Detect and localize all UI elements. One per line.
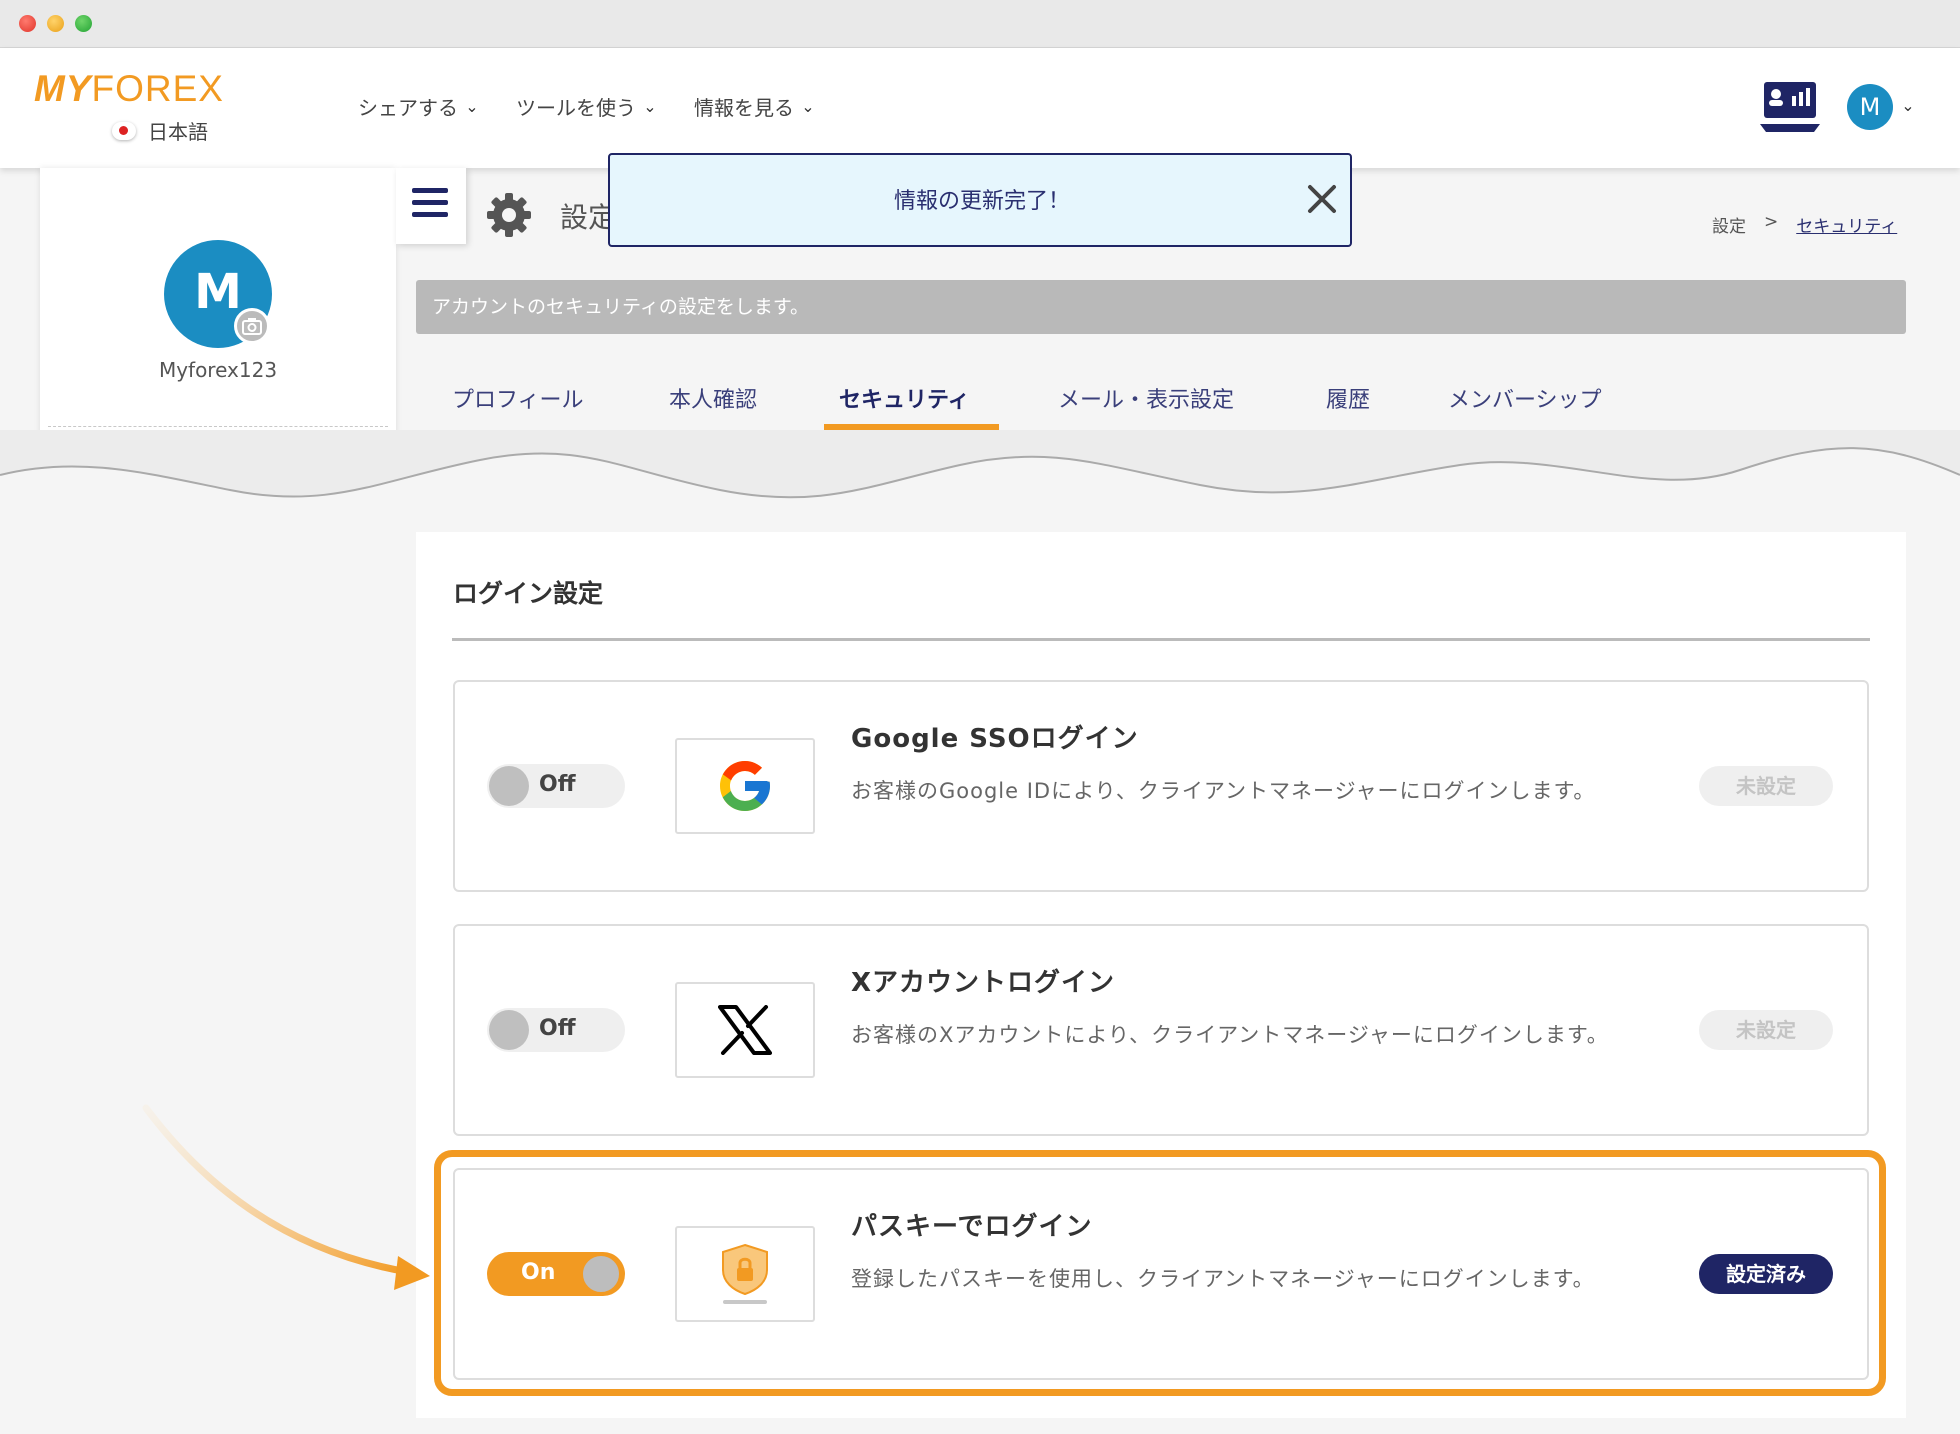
toggle-knob [489,766,529,806]
item-description: お客様のXアカウントにより、クライアントマネージャーにログインします。 [851,1023,1609,1047]
site-header: MYFOREX 日本語 シェアする ⌄ ツールを使う ⌄ 情報を見る ⌄ M ⌄ [0,48,1960,168]
google-icon [675,738,815,834]
chevron-down-icon[interactable]: ⌄ [1898,96,1918,116]
close-icon[interactable] [1304,181,1340,217]
language-selector[interactable]: 日本語 [112,116,208,145]
hamburger-menu-button[interactable] [396,168,466,244]
toast-message: 情報の更新完了！ [893,189,1070,214]
sidebar-divider [48,426,388,427]
page-description-bar: アカウントのセキュリティの設定をします。 [416,280,1906,334]
toggle-knob [489,1010,529,1050]
login-item-google: Off Google SSOログイン お客様のGoogle IDにより、クライア… [453,680,1869,892]
x-login-toggle[interactable]: Off [487,1008,625,1052]
success-toast: 情報の更新完了！ [608,153,1352,247]
section-title: ログイン設定 [453,579,604,608]
toggle-label: Off [539,772,576,797]
hamburger-icon-line [412,200,448,205]
maximize-window-button[interactable] [75,15,92,32]
tab-history[interactable]: 履歴 [1326,382,1370,414]
item-title: Xアカウントログイン [851,968,1116,998]
toggle-label: Off [539,1016,576,1041]
chevron-down-icon: ⌄ [465,96,479,116]
user-avatar[interactable]: M [1847,84,1893,130]
tab-security[interactable]: セキュリティ [839,382,970,414]
chevron-down-icon: ⌄ [643,96,657,116]
tab-profile[interactable]: プロフィール [452,382,584,414]
nav-tools[interactable]: ツールを使う ⌄ [516,92,660,121]
section-divider [452,638,1870,641]
item-title: Google SSOログイン [851,724,1139,754]
tab-membership[interactable]: メンバーシップ [1448,382,1602,414]
status-badge: 未設定 [1699,1010,1833,1050]
language-label: 日本語 [148,120,208,144]
profile-sidebar: M Myforex123 [40,168,396,468]
hamburger-icon [412,188,448,193]
chevron-down-icon: ⌄ [801,96,815,116]
myforex-logo[interactable]: MYFOREX [34,68,224,110]
breadcrumb-current[interactable]: セキュリティ [1796,212,1897,237]
minimize-window-button[interactable] [47,15,64,32]
hamburger-icon-line [412,212,448,217]
breadcrumb: 設定 > セキュリティ [1712,212,1897,237]
trading-terminal-icon[interactable] [1758,80,1822,136]
settings-tabs: プロフィール 本人確認 セキュリティ メール・表示設定 履歴 メンバーシップ [416,370,1906,434]
google-login-toggle[interactable]: Off [487,764,625,808]
nav-info[interactable]: 情報を見る ⌄ [694,92,818,121]
close-window-button[interactable] [19,15,36,32]
nav-share[interactable]: シェアする ⌄ [358,92,482,121]
item-description: お客様のGoogle IDにより、クライアントマネージャーにログインします。 [851,779,1596,803]
nav-tools-label: ツールを使う [516,96,636,120]
pointer-arrow-icon [142,1104,430,1290]
gear-icon [487,193,531,237]
status-badge: 未設定 [1699,766,1833,806]
breadcrumb-separator: > [1764,212,1779,232]
username: Myforex123 [158,358,278,382]
window-titlebar [0,0,1960,48]
camera-icon[interactable] [234,308,270,344]
tab-mail-display[interactable]: メール・表示設定 [1058,382,1234,414]
breadcrumb-root[interactable]: 設定 [1712,212,1746,237]
nav-share-label: シェアする [358,96,458,120]
highlight-frame [434,1150,1886,1396]
login-item-x: Off Xアカウントログイン お客様のXアカウントにより、クライアントマネージャ… [453,924,1869,1136]
japan-flag-icon [112,121,136,140]
tab-identity[interactable]: 本人確認 [669,382,757,414]
wave-divider [0,430,1960,520]
x-icon [675,982,815,1078]
nav-info-label: 情報を見る [694,96,794,120]
